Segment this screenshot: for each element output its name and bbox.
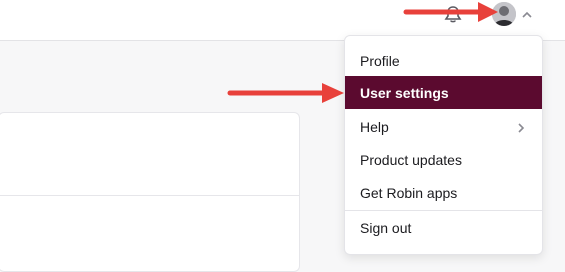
menu-item-label: Profile bbox=[360, 52, 400, 69]
menu-item-get-robin-apps[interactable]: Get Robin apps bbox=[345, 176, 542, 209]
menu-item-label: Sign out bbox=[360, 219, 412, 236]
annotation-arrow-menu bbox=[227, 83, 344, 103]
menu-item-label: Product updates bbox=[360, 151, 462, 168]
menu-item-user-settings[interactable]: User settings bbox=[345, 76, 542, 109]
menu-item-label: User settings bbox=[360, 84, 449, 101]
chevron-right-icon bbox=[517, 121, 525, 133]
chevron-up-icon[interactable] bbox=[521, 7, 533, 18]
menu-item-label: Get Robin apps bbox=[360, 184, 458, 201]
menu-item-help[interactable]: Help bbox=[345, 110, 542, 143]
content-card bbox=[0, 112, 300, 272]
user-menu: Profile User settings Help Product updat… bbox=[344, 35, 543, 255]
menu-item-sign-out[interactable]: Sign out bbox=[345, 211, 542, 244]
avatar[interactable] bbox=[492, 2, 516, 26]
menu-item-profile[interactable]: Profile bbox=[345, 44, 542, 77]
menu-item-label: Help bbox=[360, 118, 389, 135]
menu-item-product-updates[interactable]: Product updates bbox=[345, 143, 542, 176]
bell-icon[interactable] bbox=[443, 5, 463, 25]
card-divider bbox=[0, 195, 299, 196]
